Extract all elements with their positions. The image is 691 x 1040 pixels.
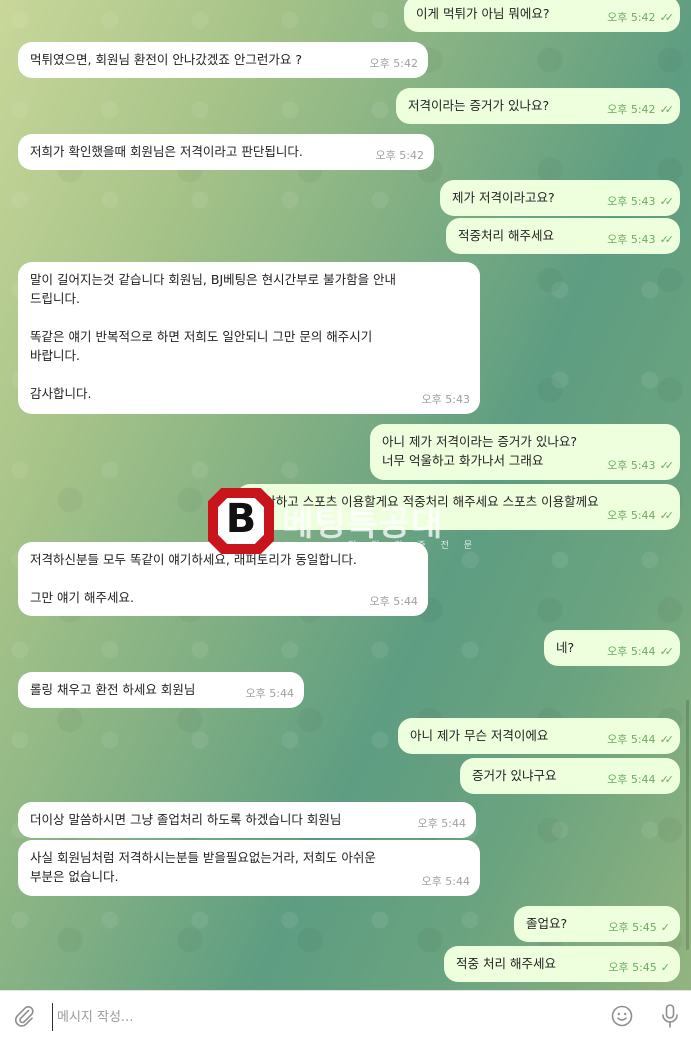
check-icon: ✓: [660, 961, 670, 974]
message-time: 오후 5:43: [421, 393, 470, 406]
double-check-icon: ✓✓: [659, 233, 675, 246]
message-meta: 오후 5:42: [376, 146, 424, 165]
double-check-icon: ✓✓: [659, 773, 675, 786]
outgoing-message[interactable]: BJ 안하고 스포츠 이용할게요 적중처리 해주세요 스포츠 이용할께요오후 5…: [236, 484, 680, 530]
message-time: 오후 5:42: [369, 57, 418, 70]
message-time: 오후 5:44: [245, 687, 294, 700]
incoming-message[interactable]: 저희가 확인했을때 회원님은 저격이라고 판단됩니다. 오후 5:42: [18, 134, 434, 170]
message-text: 저격하신분들 모두 똑같이 얘기하세요, 래퍼토리가 동일합니다. 그만 얘기 …: [30, 552, 357, 605]
message-text: 저희가 확인했을때 회원님은 저격이라고 판단됩니다.: [30, 144, 303, 159]
message-meta: 오후 5:43 ✓✓: [607, 230, 675, 249]
outgoing-message[interactable]: 증거가 있냐구요 오후 5:44 ✓✓: [460, 758, 680, 794]
message-text: 말이 길어지는것 같습니다 회원님, BJ베팅은 현시간부로 불가함을 안내 드…: [30, 272, 397, 401]
message-time: 오후 5:43: [607, 195, 656, 208]
outgoing-message[interactable]: 적중처리 해주세요 오후 5:43 ✓✓: [446, 218, 680, 254]
message-meta: 오후 5:44: [422, 872, 470, 891]
message-time: 오후 5:44: [421, 875, 470, 888]
message-time: 오후 5:44: [369, 595, 418, 608]
message-meta: 오후 5:44 ✓✓: [607, 770, 675, 789]
message-meta: 오후 5:45 ✓: [608, 958, 670, 977]
scrollbar[interactable]: [686, 700, 689, 950]
check-icon: ✓: [660, 921, 670, 934]
message-meta: 오후 5:43 ✓✓: [607, 192, 675, 211]
message-time: 오후 5:42: [375, 149, 424, 162]
message-meta: 오후 5:42: [370, 54, 418, 73]
message-time: 오후 5:42: [607, 103, 656, 116]
message-time: 오후 5:44: [607, 773, 656, 786]
double-check-icon: ✓✓: [659, 11, 675, 24]
message-time: 오후 5:44: [417, 817, 466, 830]
double-check-icon: ✓✓: [659, 459, 675, 472]
double-check-icon: ✓✓: [659, 733, 675, 746]
message-time: 오후 5:45: [608, 961, 657, 974]
message-composer: [0, 990, 691, 1040]
message-meta: 오후 5:44 ✓✓: [607, 642, 675, 661]
message-meta: 오후 5:44 ✓✓: [607, 730, 675, 749]
double-check-icon: ✓✓: [659, 645, 675, 658]
incoming-message[interactable]: 저격하신분들 모두 똑같이 얘기하세요, 래퍼토리가 동일합니다. 그만 얘기 …: [18, 542, 428, 616]
message-meta: 오후 5:44: [418, 814, 466, 833]
outgoing-message[interactable]: 아니 제가 무슨 저격이에요 오후 5:44 ✓✓: [398, 718, 680, 754]
message-time: 오후 5:43: [607, 459, 656, 472]
message-time: 오후 5:44: [607, 509, 656, 522]
outgoing-message[interactable]: 네? 오후 5:44 ✓✓: [544, 630, 680, 666]
message-meta: 오후 5:44: [246, 684, 294, 703]
incoming-message[interactable]: 롤링 채우고 환전 하세요 회원님 오후 5:44: [18, 672, 304, 708]
outgoing-message[interactable]: 적중 처리 해주세요 오후 5:45 ✓: [444, 946, 680, 982]
message-time: 오후 5:42: [607, 11, 656, 24]
incoming-message[interactable]: 말이 길어지는것 같습니다 회원님, BJ베팅은 현시간부로 불가함을 안내 드…: [18, 262, 480, 414]
double-check-icon: ✓✓: [659, 195, 675, 208]
microphone-icon[interactable]: [658, 1003, 682, 1029]
message-time: 오후 5:44: [607, 645, 656, 658]
message-meta: 오후 5:45 ✓: [608, 918, 670, 937]
incoming-message[interactable]: 먹튀였으면, 회원님 환전이 안나갔겠죠 안그런가요 ? 오후 5:42: [18, 42, 428, 78]
outgoing-message[interactable]: 이게 먹튀가 아님 뭐에요? 오후 5:42 ✓✓: [404, 0, 680, 32]
message-meta: 오후 5:43: [422, 390, 470, 409]
outgoing-message[interactable]: 제가 저격이라고요? 오후 5:43 ✓✓: [440, 180, 680, 216]
message-text: BJ 안하고 스포츠 이용할게요 적중처리 해주세요 스포츠 이용할께요: [248, 494, 599, 509]
double-check-icon: ✓✓: [659, 509, 675, 522]
outgoing-message[interactable]: 아니 제가 저격이라는 증거가 있나요? 너무 억울하고 화가나서 그래요 오후 …: [370, 424, 680, 480]
incoming-message[interactable]: 더이상 말씀하시면 그냥 졸업처리 하도록 하겠습니다 회원님 오후 5:44: [18, 802, 476, 838]
message-meta: 오후 5:44 ✓✓: [607, 506, 675, 525]
message-time: 오후 5:43: [607, 233, 656, 246]
incoming-message[interactable]: 사실 회원님처럼 저격하시는분들 받을필요없는거라, 저희도 아쉬운 부분은 없…: [18, 840, 480, 896]
message-meta: 오후 5:43 ✓✓: [607, 456, 675, 475]
message-meta: 오후 5:42 ✓✓: [607, 100, 675, 119]
double-check-icon: ✓✓: [659, 103, 675, 116]
paperclip-icon[interactable]: [12, 1004, 36, 1028]
message-meta: 오후 5:42 ✓✓: [607, 8, 675, 27]
outgoing-message[interactable]: 졸업요? 오후 5:45 ✓: [514, 906, 680, 942]
message-text: 사실 회원님처럼 저격하시는분들 받을필요없는거라, 저희도 아쉬운 부분은 없…: [30, 850, 376, 884]
message-time: 오후 5:44: [607, 733, 656, 746]
message-input[interactable]: [52, 1003, 579, 1031]
emoji-icon[interactable]: [610, 1004, 634, 1028]
message-text: 더이상 말씀하시면 그냥 졸업처리 하도록 하겠습니다 회원님: [30, 812, 342, 827]
message-meta: 오후 5:44: [370, 592, 418, 611]
outgoing-message[interactable]: 저격이라는 증거가 있나요? 오후 5:42 ✓✓: [396, 88, 680, 124]
message-time: 오후 5:45: [608, 921, 657, 934]
chat-area[interactable]: 이게 먹튀가 아님 뭐에요? 오후 5:42 ✓✓ 먹튀였으면, 회원님 환전이 안나…: [0, 0, 691, 990]
message-text: 먹튀였으면, 회원님 환전이 안나갔겠죠 안그런가요 ?: [30, 52, 302, 67]
